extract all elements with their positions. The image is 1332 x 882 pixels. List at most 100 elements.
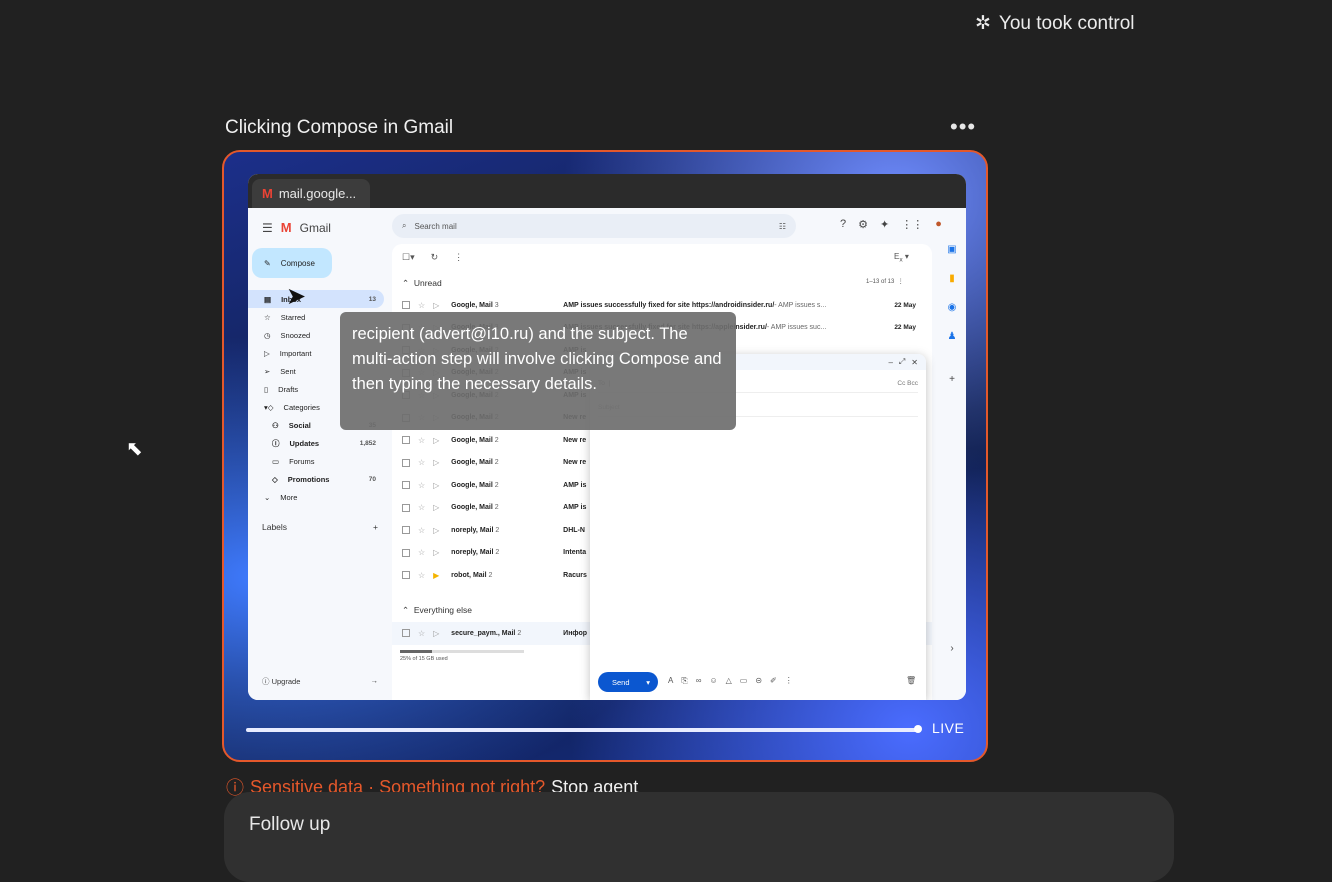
storage-text: 25% of 15 GB used bbox=[400, 656, 448, 662]
add-label-icon[interactable]: + bbox=[373, 522, 378, 532]
more-options-icon[interactable]: ⋮ bbox=[785, 676, 793, 686]
send-icon: ➢ bbox=[264, 366, 271, 376]
menu-icon[interactable]: ☰ bbox=[262, 221, 273, 235]
row-checkbox[interactable] bbox=[402, 436, 410, 445]
format-icon[interactable]: A bbox=[668, 676, 673, 686]
row-checkbox[interactable] bbox=[402, 526, 410, 535]
unread-heading[interactable]: ⌃ Unread bbox=[402, 278, 442, 289]
row-checkbox[interactable] bbox=[402, 571, 410, 580]
gmail-favicon-icon: M bbox=[262, 186, 273, 201]
browser-tab[interactable]: M mail.google... bbox=[252, 179, 370, 208]
important-icon[interactable]: ▷ bbox=[433, 526, 441, 535]
important-icon[interactable]: ▶ bbox=[433, 571, 441, 580]
row-sender: Google, Mail 2 bbox=[451, 459, 563, 466]
clock-icon: ◷ bbox=[264, 330, 271, 340]
draft-icon: ▯ bbox=[264, 384, 269, 394]
lock-icon[interactable]: ⊝ bbox=[755, 676, 762, 686]
calendar-icon[interactable]: ▣ bbox=[947, 244, 956, 255]
row-checkbox[interactable] bbox=[402, 481, 410, 490]
star-icon[interactable]: ☆ bbox=[418, 436, 425, 445]
star-icon[interactable]: ☆ bbox=[418, 481, 425, 490]
important-icon[interactable]: ▷ bbox=[433, 548, 441, 557]
important-icon[interactable]: ▷ bbox=[433, 629, 441, 638]
minimize-icon[interactable]: – bbox=[888, 358, 892, 367]
sidebar-item-inbox[interactable]: ▤ Inbox 13 bbox=[248, 290, 384, 308]
tag-icon: ◇ bbox=[272, 474, 278, 484]
avatar[interactable]: ● bbox=[935, 218, 942, 231]
keep-icon[interactable]: ▮ bbox=[949, 273, 955, 284]
contacts-icon[interactable]: ♟ bbox=[948, 331, 957, 342]
chevron-right-icon[interactable]: › bbox=[950, 643, 953, 654]
row-checkbox[interactable] bbox=[402, 458, 410, 467]
important-icon[interactable]: ▷ bbox=[433, 458, 441, 467]
gmail-logo-icon: M bbox=[280, 220, 292, 235]
everything-else-text: Everything else bbox=[413, 605, 472, 615]
star-icon[interactable]: ☆ bbox=[418, 571, 425, 580]
upgrade-link[interactable]: ⓘ Upgrade → bbox=[262, 676, 378, 687]
more-options-icon[interactable]: ••• bbox=[950, 114, 976, 140]
photo-icon[interactable]: ▭ bbox=[740, 676, 748, 686]
important-icon[interactable]: ▷ bbox=[433, 481, 441, 490]
star-icon[interactable]: ☆ bbox=[418, 629, 425, 638]
sender-name: Google, Mail bbox=[451, 504, 493, 512]
star-icon[interactable]: ☆ bbox=[418, 301, 425, 310]
sender-name: Google, Mail bbox=[451, 436, 493, 444]
gear-icon[interactable]: ⚙ bbox=[858, 218, 868, 231]
add-addon-icon[interactable]: + bbox=[949, 374, 955, 385]
progress-knob[interactable] bbox=[914, 725, 922, 733]
row-sender: robot, Mail 2 bbox=[451, 572, 563, 579]
side-rail: ▣ ▮ ◉ ♟ + › bbox=[938, 244, 966, 654]
star-icon[interactable]: ☆ bbox=[418, 458, 425, 467]
sidebar-item-more[interactable]: ⌄ More bbox=[248, 488, 384, 506]
label-icon: ▾◇ bbox=[264, 402, 274, 412]
input-tools-icon[interactable]: Ex ▾ bbox=[894, 252, 909, 264]
select-all-checkbox-icon[interactable]: ☐▾ bbox=[402, 252, 415, 263]
sidebar-item-updates[interactable]: ⓘ Updates 1,852 bbox=[248, 434, 384, 452]
everything-else-heading[interactable]: ⌃ Everything else bbox=[402, 605, 472, 616]
sidebar-item-promotions[interactable]: ◇ Promotions 70 bbox=[248, 470, 384, 488]
attach-icon[interactable]: ⎘ bbox=[681, 676, 687, 686]
send-options-icon[interactable]: ▾ bbox=[646, 678, 650, 687]
agent-screen-frame: M mail.google... ☰ M Gmail ⌕ Search mail… bbox=[222, 150, 988, 762]
send-button[interactable]: Send ▾ bbox=[598, 672, 658, 692]
star-icon[interactable]: ☆ bbox=[418, 526, 425, 535]
sidebar-item-label: Social bbox=[288, 420, 311, 430]
signature-icon[interactable]: ✐ bbox=[770, 676, 777, 686]
sidebar-item-label: More bbox=[280, 492, 298, 502]
filter-icon[interactable]: ☷ bbox=[779, 222, 796, 231]
search-input[interactable]: ⌕ Search mail ☷ bbox=[392, 214, 796, 238]
row-checkbox[interactable] bbox=[402, 301, 410, 310]
star-icon[interactable]: ☆ bbox=[418, 548, 425, 557]
refresh-icon[interactable]: ↻ bbox=[431, 252, 439, 263]
star-icon[interactable]: ☆ bbox=[418, 503, 425, 512]
important-icon[interactable]: ▷ bbox=[433, 503, 441, 512]
thread-count: 2 bbox=[488, 571, 493, 579]
row-sender: Google, Mail 2 bbox=[451, 437, 563, 444]
row-subject: New re bbox=[563, 459, 587, 467]
emoji-icon[interactable]: ☺ bbox=[709, 676, 717, 686]
live-label: LIVE bbox=[932, 720, 965, 736]
follow-up-input[interactable]: Follow up bbox=[224, 792, 1174, 882]
help-icon[interactable]: ? bbox=[840, 218, 846, 231]
cc-bcc-link[interactable]: Cc Bcc bbox=[897, 380, 918, 387]
important-icon[interactable]: ▷ bbox=[433, 436, 441, 445]
live-progress-bar[interactable] bbox=[246, 728, 918, 732]
agent-thought-tooltip: recipient (advert@i10.ru) and the subjec… bbox=[340, 312, 736, 430]
close-icon[interactable]: ✕ bbox=[911, 358, 918, 367]
compose-button[interactable]: ✎ Compose bbox=[252, 248, 332, 278]
drive-icon[interactable]: △ bbox=[726, 676, 732, 686]
sidebar-item-forums[interactable]: ▭ Forums bbox=[248, 452, 384, 470]
apps-grid-icon[interactable]: ⋮⋮ bbox=[901, 218, 923, 231]
tasks-icon[interactable]: ◉ bbox=[948, 302, 957, 313]
important-icon[interactable]: ▷ bbox=[433, 301, 441, 310]
row-checkbox[interactable] bbox=[402, 629, 410, 638]
row-checkbox[interactable] bbox=[402, 503, 410, 512]
sidebar-item-label: Categories bbox=[283, 402, 320, 412]
row-subject: AMP is bbox=[563, 504, 587, 512]
row-checkbox[interactable] bbox=[402, 548, 410, 557]
gemini-icon[interactable]: ✦ bbox=[880, 218, 889, 231]
kebab-icon[interactable]: ⋮ bbox=[454, 252, 463, 263]
trash-icon[interactable]: 🗑 bbox=[906, 676, 916, 685]
expand-icon[interactable]: ⤢ bbox=[899, 357, 905, 367]
link-icon[interactable]: ∞ bbox=[696, 676, 702, 686]
